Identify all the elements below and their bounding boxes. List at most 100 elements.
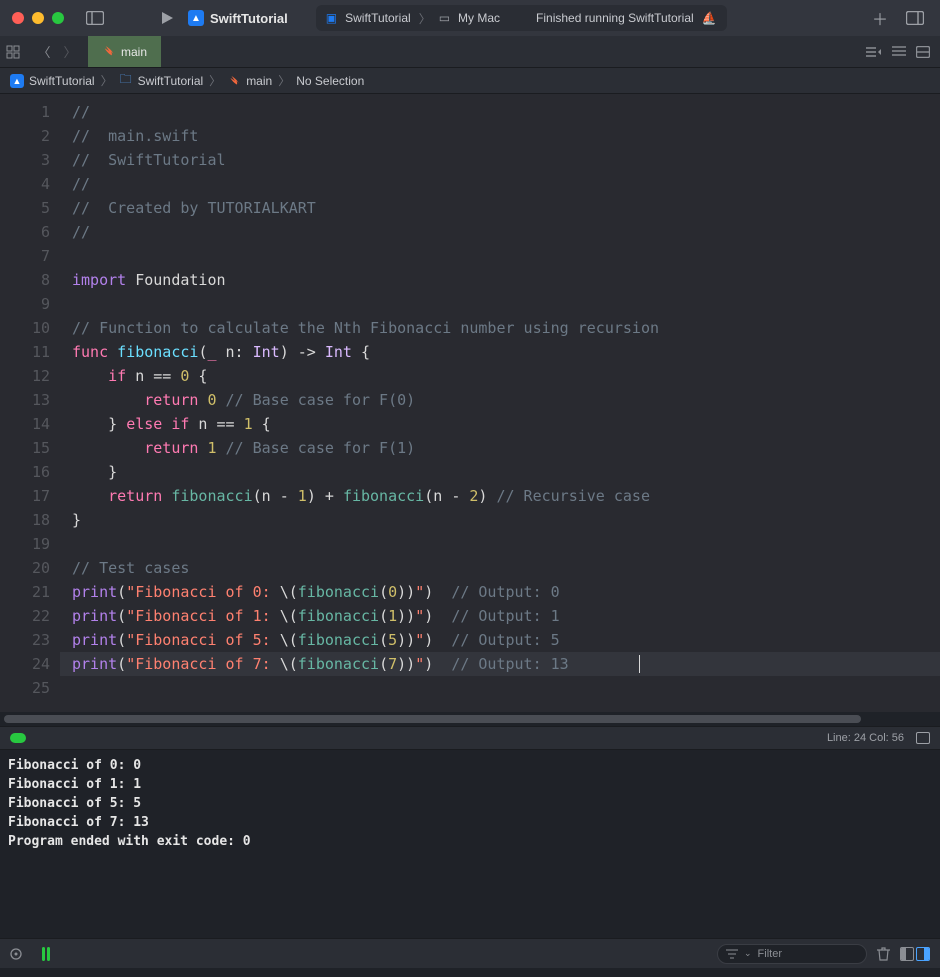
- scheme-name: SwiftTutorial: [210, 11, 288, 26]
- nav-back-button[interactable]: 〈: [32, 42, 56, 61]
- chevron-down-icon: ⌄: [744, 948, 752, 959]
- filter-placeholder: Filter: [758, 948, 782, 960]
- line-number: 10: [0, 316, 50, 340]
- line-number: 16: [0, 460, 50, 484]
- code-line[interactable]: // Function to calculate the Nth Fibonac…: [60, 316, 940, 340]
- jumpbar-folder[interactable]: 🗀 SwiftTutorial: [119, 74, 204, 88]
- maximize-window-button[interactable]: [52, 12, 64, 24]
- code-line[interactable]: }: [60, 508, 940, 532]
- code-line[interactable]: [60, 676, 940, 700]
- swift-file-icon: [102, 45, 115, 58]
- code-line[interactable]: func fibonacci(_ n: Int) -> Int {: [60, 340, 940, 364]
- variables-pane-toggle[interactable]: [900, 947, 914, 961]
- code-line[interactable]: print("Fibonacci of 5: \(fibonacci(5))")…: [60, 628, 940, 652]
- line-number: 8: [0, 268, 50, 292]
- scrollbar-thumb[interactable]: [4, 715, 861, 723]
- minimap-toggle-button[interactable]: [916, 732, 930, 744]
- adjust-editors-button[interactable]: [892, 46, 906, 58]
- chevron-right-icon: 〉: [101, 72, 113, 89]
- related-items-button[interactable]: [6, 45, 30, 59]
- code-line[interactable]: //: [60, 100, 940, 124]
- code-line[interactable]: } else if n == 1 {: [60, 412, 940, 436]
- code-line[interactable]: // Test cases: [60, 556, 940, 580]
- console-filter-input[interactable]: ⌄ Filter: [717, 944, 867, 964]
- debug-pane-toggles: [900, 947, 930, 961]
- line-number: 23: [0, 628, 50, 652]
- source-editor[interactable]: 1234567891011121314151617181920212223242…: [0, 94, 940, 712]
- auto-toggle-button[interactable]: [10, 948, 26, 960]
- cursor-position: Line: 24 Col: 56: [827, 732, 904, 744]
- jumpbar-file-label: main: [246, 74, 272, 88]
- line-number: 12: [0, 364, 50, 388]
- code-line[interactable]: // Created by TUTORIALKART: [60, 196, 940, 220]
- nav-forward-button[interactable]: 〉: [58, 42, 82, 61]
- code-line[interactable]: [60, 244, 940, 268]
- tab-main[interactable]: main: [88, 36, 161, 67]
- add-editor-below-button[interactable]: [916, 46, 930, 58]
- line-number: 4: [0, 172, 50, 196]
- editor-tab-bar: 〈 〉 main: [0, 36, 940, 68]
- jumpbar-project-label: SwiftTutorial: [29, 74, 95, 88]
- horizontal-scrollbar[interactable]: [0, 712, 940, 726]
- line-number: 22: [0, 604, 50, 628]
- toggle-inspector-button[interactable]: [902, 5, 928, 31]
- line-number: 11: [0, 340, 50, 364]
- line-number: 21: [0, 580, 50, 604]
- status-destination: My Mac: [458, 11, 500, 25]
- code-line[interactable]: // SwiftTutorial: [60, 148, 940, 172]
- chevron-right-icon: 〉: [278, 72, 290, 89]
- code-line[interactable]: import Foundation: [60, 268, 940, 292]
- folder-icon: 🗀: [119, 74, 133, 88]
- jumpbar-file[interactable]: main: [227, 74, 272, 88]
- jumpbar-selection[interactable]: No Selection: [296, 74, 364, 88]
- console-pane-toggle[interactable]: [916, 947, 930, 961]
- scheme-selector[interactable]: ▲ SwiftTutorial: [188, 10, 288, 26]
- code-line[interactable]: print("Fibonacci of 7: \(fibonacci(7))")…: [60, 652, 940, 676]
- code-line[interactable]: print("Fibonacci of 1: \(fibonacci(1))")…: [60, 604, 940, 628]
- code-line[interactable]: if n == 0 {: [60, 364, 940, 388]
- code-line[interactable]: print("Fibonacci of 0: \(fibonacci(0))")…: [60, 580, 940, 604]
- toggle-navigator-button[interactable]: [82, 5, 108, 31]
- code-line[interactable]: [60, 292, 940, 316]
- line-number: 25: [0, 676, 50, 700]
- chevron-right-icon: 〉: [419, 10, 431, 27]
- app-icon: ▲: [188, 10, 204, 26]
- code-line[interactable]: return fibonacci(n - 1) + fibonacci(n - …: [60, 484, 940, 508]
- activity-status-bar[interactable]: ▣ SwiftTutorial 〉 ▭ My Mac Finished runn…: [316, 5, 727, 31]
- window-traffic-lights: [12, 12, 64, 24]
- line-number: 24: [0, 652, 50, 676]
- code-line[interactable]: [60, 532, 940, 556]
- line-number: 3: [0, 148, 50, 172]
- jumpbar-folder-label: SwiftTutorial: [138, 74, 204, 88]
- clear-console-button[interactable]: [877, 947, 890, 961]
- code-line[interactable]: // main.swift: [60, 124, 940, 148]
- add-editor-button[interactable]: ＋: [866, 6, 894, 30]
- line-number: 15: [0, 436, 50, 460]
- jumpbar-project[interactable]: ▲ SwiftTutorial: [10, 74, 95, 88]
- line-number: 20: [0, 556, 50, 580]
- line-number: 2: [0, 124, 50, 148]
- destination-icon: ▭: [439, 11, 450, 25]
- line-number: 19: [0, 532, 50, 556]
- debug-bottom-bar: ⌄ Filter: [0, 938, 940, 968]
- code-line[interactable]: }: [60, 460, 940, 484]
- minimize-window-button[interactable]: [32, 12, 44, 24]
- code-line[interactable]: //: [60, 172, 940, 196]
- editor-options-button[interactable]: [866, 46, 882, 58]
- close-window-button[interactable]: [12, 12, 24, 24]
- code-line[interactable]: return 1 // Base case for F(1): [60, 436, 940, 460]
- source-code-area[interactable]: //// main.swift// SwiftTutorial//// Crea…: [60, 94, 940, 712]
- jump-bar[interactable]: ▲ SwiftTutorial 〉 🗀 SwiftTutorial 〉 main…: [0, 68, 940, 94]
- line-number: 6: [0, 220, 50, 244]
- run-button[interactable]: [154, 5, 180, 31]
- filter-icon: [726, 949, 738, 959]
- breakpoints-button[interactable]: [40, 947, 52, 961]
- chevron-right-icon: 〉: [209, 72, 221, 89]
- line-number: 14: [0, 412, 50, 436]
- code-line[interactable]: //: [60, 220, 940, 244]
- scheme-icon: ▣: [326, 11, 337, 25]
- line-number: 1: [0, 100, 50, 124]
- code-line[interactable]: return 0 // Base case for F(0): [60, 388, 940, 412]
- line-number: 17: [0, 484, 50, 508]
- debug-console[interactable]: Fibonacci of 0: 0 Fibonacci of 1: 1 Fibo…: [0, 750, 940, 938]
